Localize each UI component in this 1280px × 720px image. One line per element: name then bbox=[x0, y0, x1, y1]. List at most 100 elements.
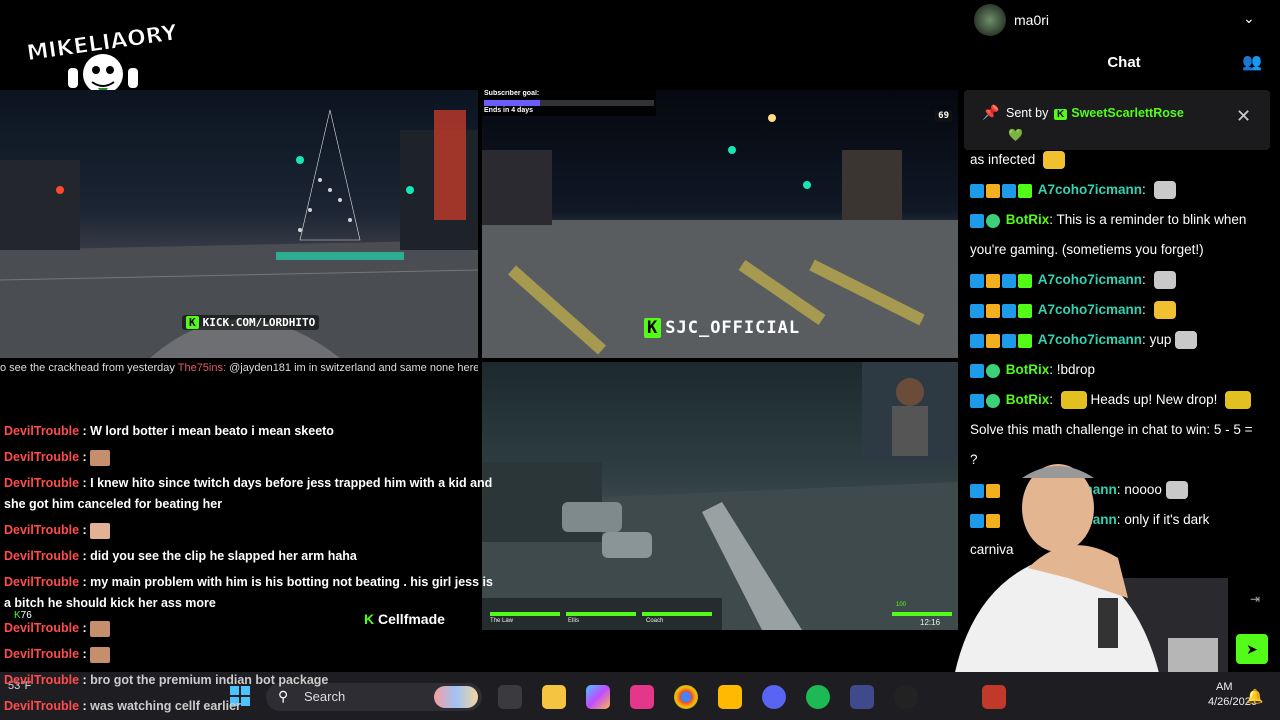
emote-icon bbox=[1153, 181, 1176, 200]
close-icon[interactable]: ✕ bbox=[1236, 106, 1251, 127]
channel-logo: MIKELIAORY bbox=[28, 20, 178, 96]
emote-icon bbox=[1153, 271, 1176, 290]
verified-badge-icon bbox=[986, 393, 1000, 408]
sub-goal-label: Subscriber goal: bbox=[484, 90, 540, 97]
chat-message-text: Solve this math challenge in chat to win… bbox=[970, 422, 1253, 437]
chat-message-text: yup bbox=[1149, 332, 1172, 347]
hud-health: 100 bbox=[896, 602, 907, 608]
viewer-count: K76 bbox=[14, 610, 32, 621]
emote-icon bbox=[90, 620, 111, 637]
copilot-icon[interactable] bbox=[586, 685, 610, 709]
chat-message: BotRix: This is a reminder to blink when… bbox=[970, 205, 1270, 265]
chat-message: A7coho7icmann: bbox=[970, 295, 1270, 325]
kick-logo-icon: K bbox=[14, 610, 21, 621]
ticker-post: @jayden181 im in switzerland and same no… bbox=[229, 362, 478, 374]
crown-badge-icon bbox=[986, 333, 1000, 348]
chat-message: A7coho7icmann: bbox=[970, 175, 1270, 205]
ticker-pre: o see the crackhead from yesterday bbox=[0, 362, 175, 374]
overlay-chat-line: DevilTrouble : W lord botter i mean beat… bbox=[4, 424, 334, 438]
chat-username[interactable]: BotRix bbox=[1006, 392, 1050, 407]
pinned-user-name: SweetScarlettRose bbox=[1071, 106, 1184, 120]
user-badges bbox=[970, 355, 1002, 385]
overlay-chat-name: DevilTrouble bbox=[4, 476, 80, 490]
badge-icon bbox=[1002, 273, 1016, 288]
chat-username[interactable]: A7coho7icmann bbox=[1038, 332, 1142, 347]
sun-app-icon[interactable] bbox=[718, 685, 742, 709]
chrome-icon[interactable] bbox=[674, 685, 698, 709]
equalizer-emote-icon bbox=[1225, 391, 1252, 410]
overlay-chat-line: she got him canceled for beating her bbox=[4, 494, 524, 515]
chat-ticker: o see the crackhead from yesterday The75… bbox=[0, 362, 478, 378]
overlay-chat-line: DevilTrouble : was watching cellf earlie… bbox=[4, 699, 241, 713]
overlay-chat-text: I knew hito since twitch days before jes… bbox=[90, 476, 493, 490]
notification-bell-icon[interactable]: 🔔 bbox=[1246, 688, 1263, 705]
clock-time[interactable]: AM bbox=[1216, 681, 1233, 693]
user-badges bbox=[970, 265, 1034, 295]
badge-icon bbox=[970, 183, 984, 198]
overlay-chat-line: DevilTrouble : bbox=[4, 520, 524, 541]
badge-icon bbox=[970, 333, 984, 348]
chat-username[interactable]: A7coho7icmann bbox=[1038, 182, 1142, 197]
picsart-icon[interactable] bbox=[630, 685, 654, 709]
user-name[interactable]: ma0ri bbox=[1014, 12, 1049, 28]
chat-username[interactable]: BotRix bbox=[1006, 212, 1050, 227]
app-red-icon[interactable] bbox=[982, 685, 1006, 709]
chat-message-text: !bdrop bbox=[1056, 362, 1096, 377]
chat-message-text: as infected bbox=[970, 152, 1036, 167]
fps-counter: 69 bbox=[935, 110, 952, 122]
stream-video-topleft[interactable]: K KICK.COM/LORDHITO bbox=[0, 90, 478, 358]
chat-message-text: Heads up! New drop! bbox=[1090, 392, 1218, 407]
expand-icon[interactable]: ⇥ bbox=[1250, 592, 1260, 606]
user-badges bbox=[970, 175, 1034, 205]
overlay-chat-text: my main problem with him is his botting … bbox=[90, 575, 493, 589]
sub-goal-bar bbox=[484, 100, 654, 106]
badge-icon bbox=[970, 363, 984, 378]
discord-icon[interactable] bbox=[762, 685, 786, 709]
user-badges bbox=[970, 325, 1034, 355]
obs-icon[interactable] bbox=[894, 685, 918, 709]
kick-logo-icon: K bbox=[186, 316, 199, 329]
chat-username[interactable]: BotRix bbox=[1006, 362, 1050, 377]
viewer-count-value: 76 bbox=[20, 610, 32, 621]
overlay-chat-text: did you see the clip he slapped her arm … bbox=[90, 549, 357, 563]
emote-icon bbox=[90, 646, 111, 663]
overlay-chat-text: W lord botter i mean beato i mean skeeto bbox=[90, 424, 334, 438]
overlay-chat-text: bro got the premium indian bot package bbox=[90, 673, 329, 687]
badge-icon bbox=[1002, 333, 1016, 348]
chat-message: BotRix: Heads up! New drop! bbox=[970, 385, 1270, 415]
spotify-icon[interactable] bbox=[806, 685, 830, 709]
badge-icon bbox=[970, 303, 984, 318]
overlay-chat-line: DevilTrouble : bro got the premium india… bbox=[4, 673, 329, 687]
badge-icon bbox=[970, 213, 984, 228]
kick-badge-icon bbox=[1018, 333, 1032, 348]
pinned-sent-by: Sent by bbox=[1006, 106, 1049, 120]
chevron-down-icon[interactable]: ⌄ bbox=[1243, 10, 1255, 27]
verified-badge-icon bbox=[986, 213, 1000, 228]
overlay-chat-name: DevilTrouble bbox=[4, 523, 80, 537]
equalizer-emote-icon bbox=[1060, 391, 1087, 410]
kick-badge-icon bbox=[1018, 273, 1032, 288]
users-icon[interactable]: 👥 bbox=[1242, 52, 1262, 72]
chat-username[interactable]: A7coho7icmann bbox=[1038, 272, 1142, 287]
kick-logo-icon: K bbox=[364, 611, 375, 627]
user-badges bbox=[970, 385, 1002, 415]
chat-title: Chat bbox=[1107, 54, 1141, 71]
pinned-user[interactable]: K SweetScarlettRose bbox=[1054, 106, 1184, 120]
stream-video-game[interactable]: The Law Ellis Coach 100 12:16 bbox=[482, 362, 958, 630]
file-explorer-icon[interactable] bbox=[542, 685, 566, 709]
user-badges bbox=[970, 205, 1002, 235]
emote-icon bbox=[1153, 301, 1176, 320]
stream-video-topright[interactable]: Subscriber goal: Ends in 4 days 69 K SJC_… bbox=[482, 90, 958, 358]
badge-icon bbox=[1002, 183, 1016, 198]
send-button[interactable]: ➤ bbox=[1236, 634, 1268, 664]
chat-message: A7coho7icmann: bbox=[970, 265, 1270, 295]
green-heart-icon: 💚 bbox=[1008, 128, 1023, 142]
user-avatar[interactable] bbox=[974, 4, 1006, 36]
app-icon[interactable] bbox=[850, 685, 874, 709]
chat-username[interactable]: A7coho7icmann bbox=[1038, 302, 1142, 317]
overlay-chat-line: DevilTrouble : bbox=[4, 644, 524, 665]
hud-player-3: Coach bbox=[646, 618, 664, 624]
kick-badge-icon bbox=[1018, 303, 1032, 318]
emote-icon bbox=[1043, 151, 1066, 170]
emote-icon bbox=[1175, 331, 1198, 350]
